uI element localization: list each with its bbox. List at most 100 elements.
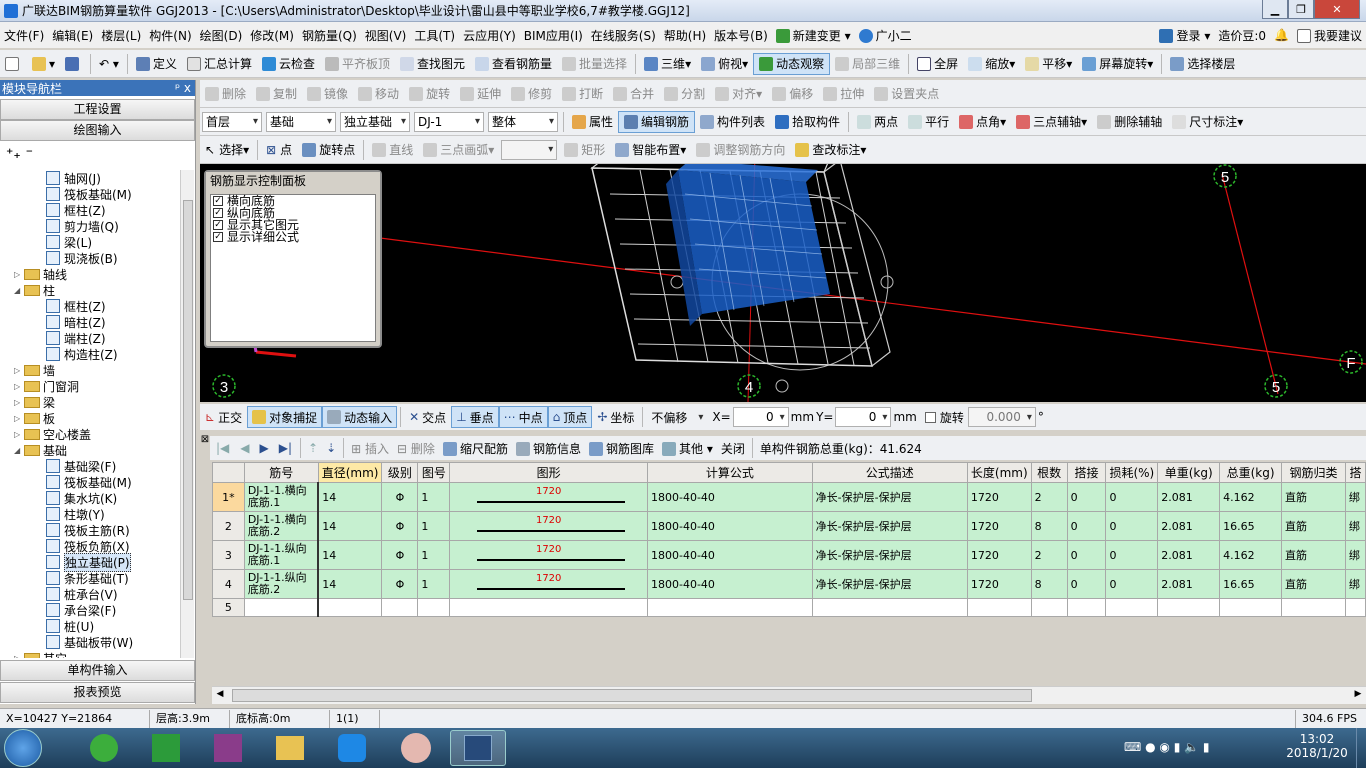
project-settings-button[interactable]: 工程设置 <box>0 99 195 120</box>
move-up-icon[interactable]: ⇡ <box>304 441 322 455</box>
rebar-name-cell[interactable]: DJ-1-1.横向 底筋.1 <box>243 482 320 512</box>
len-cell[interactable]: 1720 <box>966 569 1032 599</box>
column-header[interactable] <box>212 462 245 483</box>
rotate-checkbox[interactable] <box>924 411 936 423</box>
empty-cell[interactable] <box>1281 598 1346 617</box>
lap-cell[interactable]: 0 <box>1066 569 1107 599</box>
rebar-name-cell[interactable]: DJ-1-1.纵向 底筋.2 <box>243 569 320 599</box>
unit-cell[interactable]: 2.081 <box>1157 540 1221 570</box>
break-button[interactable]: 打断 <box>557 83 608 105</box>
delete-row-button[interactable]: ⊟ 删除 <box>393 440 439 457</box>
define-button[interactable]: 定义 <box>131 53 182 75</box>
grade-cell[interactable]: Φ <box>381 482 419 512</box>
len-cell[interactable]: 1720 <box>966 482 1032 512</box>
column-header[interactable]: 长度(mm) <box>966 462 1032 483</box>
tree-item[interactable]: 轴网(J) <box>46 170 101 186</box>
select-button[interactable]: ↖ 选择 ▾ <box>200 139 254 161</box>
total-cell[interactable]: 4.162 <box>1219 482 1283 512</box>
tree-scrollbar[interactable] <box>180 170 194 658</box>
grid-close-icon[interactable]: ⊠ <box>200 434 210 446</box>
edit-rebar-button[interactable]: 编辑钢筋 <box>618 110 696 133</box>
tree-item[interactable]: 构造柱(Z) <box>46 346 118 362</box>
tree-folder[interactable]: ◢ 柱 <box>14 282 55 298</box>
ext-cell[interactable]: 绑 <box>1344 540 1366 570</box>
count-cell[interactable]: 2 <box>1030 482 1068 512</box>
grid-horizontal-scrollbar[interactable]: ◀ ▶ <box>212 686 1366 704</box>
expand-icon[interactable]: ▷ <box>14 382 24 391</box>
rotate-input[interactable]: 0.000 <box>967 407 1036 427</box>
tree-folder[interactable]: ◢ 基础 <box>14 442 67 458</box>
top-view-button[interactable]: 俯视 ▾ <box>696 53 753 75</box>
open-icon[interactable]: ▾ <box>27 53 60 75</box>
tree-item[interactable]: 框柱(Z) <box>46 298 106 314</box>
empty-cell[interactable] <box>243 598 320 617</box>
screen-rotate-button[interactable]: 屏幕旋转 ▾ <box>1077 53 1158 75</box>
taskbar-winrar-icon[interactable] <box>200 730 256 766</box>
expand-icon[interactable]: ▷ <box>14 654 24 659</box>
menu-file[interactable]: 文件(F) <box>0 27 48 44</box>
tree-item[interactable]: 基础板带(W) <box>46 634 133 650</box>
rotate-point-button[interactable]: 旋转点 <box>297 139 360 161</box>
tree-item[interactable]: 筏板基础(M) <box>46 186 132 202</box>
select-floor-button[interactable]: 选择楼层 <box>1165 53 1240 75</box>
column-header[interactable]: 公式描述 <box>811 462 968 483</box>
tree-folder[interactable]: ▷ 轴线 <box>14 266 67 282</box>
loss-cell[interactable]: 0 <box>1105 540 1159 570</box>
column-header[interactable]: 计算公式 <box>647 462 813 483</box>
tree-item[interactable]: 桩承台(V) <box>46 586 118 602</box>
row-header[interactable]: 1* <box>212 482 245 512</box>
extend-button[interactable]: 延伸 <box>455 83 506 105</box>
column-header[interactable]: 图形 <box>449 462 648 483</box>
empty-cell[interactable] <box>1344 598 1366 617</box>
unit-cell[interactable]: 2.081 <box>1157 511 1221 541</box>
login-menu[interactable]: 登录 ▾ <box>1155 27 1214 44</box>
taskbar-browser-icon[interactable] <box>76 730 132 766</box>
close-grid-button[interactable]: 关闭 <box>717 440 749 457</box>
ortho-toggle[interactable]: ⊾ 正交 <box>200 409 247 426</box>
ext-cell[interactable]: 绑 <box>1344 482 1366 512</box>
prev-record-icon[interactable]: ◀ <box>235 441 254 455</box>
dynamic-input-toggle[interactable]: 动态输入 <box>322 406 398 428</box>
scaled-rebar-button[interactable]: 缩尺配筋 <box>439 440 512 457</box>
tree-folder[interactable]: ▷ 墙 <box>14 362 55 378</box>
empty-cell[interactable] <box>317 598 383 617</box>
fig-cell[interactable]: 1 <box>417 482 451 512</box>
unit-cell[interactable]: 2.081 <box>1157 569 1221 599</box>
tree-item[interactable]: 柱墩(Y) <box>46 506 105 522</box>
loss-cell[interactable]: 0 <box>1105 511 1159 541</box>
menu-new-change[interactable]: 新建变更 ▾ <box>772 27 855 44</box>
rebar-name-cell[interactable]: DJ-1-1.纵向 底筋.1 <box>243 540 320 570</box>
count-cell[interactable]: 2 <box>1030 540 1068 570</box>
menu-view[interactable]: 视图(V) <box>361 27 411 44</box>
tree-item[interactable]: 暗柱(Z) <box>46 314 106 330</box>
tray-icons[interactable]: ⌨ ● ◉ ▮ 🔈 ▮ <box>1124 740 1209 754</box>
ext-cell[interactable]: 绑 <box>1344 569 1366 599</box>
y-input[interactable]: 0 <box>835 407 892 427</box>
row-header[interactable]: 2 <box>212 511 245 541</box>
menu-assistant[interactable]: 广小二 <box>855 27 916 44</box>
vertex-snap[interactable]: ⌂ 顶点 <box>547 406 593 428</box>
grade-cell[interactable]: Φ <box>381 511 419 541</box>
pan-button[interactable]: 平移 ▾ <box>1020 53 1077 75</box>
x-input[interactable]: 0 <box>732 407 789 427</box>
column-header[interactable]: 搭接 <box>1066 462 1107 483</box>
empty-cell[interactable] <box>1219 598 1283 617</box>
menu-bim[interactable]: BIM应用(I) <box>520 27 587 44</box>
grade-cell[interactable]: Φ <box>381 540 419 570</box>
batch-select-button[interactable]: 批量选择 <box>557 53 632 75</box>
count-cell[interactable]: 8 <box>1030 511 1068 541</box>
perpendicular-snap[interactable]: ⊥ 垂点 <box>451 406 499 428</box>
tree-folder[interactable]: ▷ 门窗洞 <box>14 378 79 394</box>
grade-cell[interactable]: Φ <box>381 569 419 599</box>
total-cell[interactable]: 4.162 <box>1219 540 1283 570</box>
desc-cell[interactable]: 净长-保护层-保护层 <box>811 511 968 541</box>
loss-cell[interactable]: 0 <box>1105 569 1159 599</box>
coordinate-snap[interactable]: ✢ 坐标 <box>592 409 639 426</box>
menu-version[interactable]: 版本号(B) <box>710 27 772 44</box>
table-row[interactable]: 2 DJ-1-1.横向 底筋.2 14 Φ 1 1720 1800-40-40 净长-保护层-保… <box>212 511 1366 541</box>
fullscreen-button[interactable]: 全屏 <box>912 53 963 75</box>
bell-icon[interactable]: 🔔 <box>1270 28 1293 42</box>
parallel-button[interactable]: 平行 <box>903 111 954 133</box>
row-header[interactable]: 3 <box>212 540 245 570</box>
properties-button[interactable]: 属性 <box>567 111 618 133</box>
